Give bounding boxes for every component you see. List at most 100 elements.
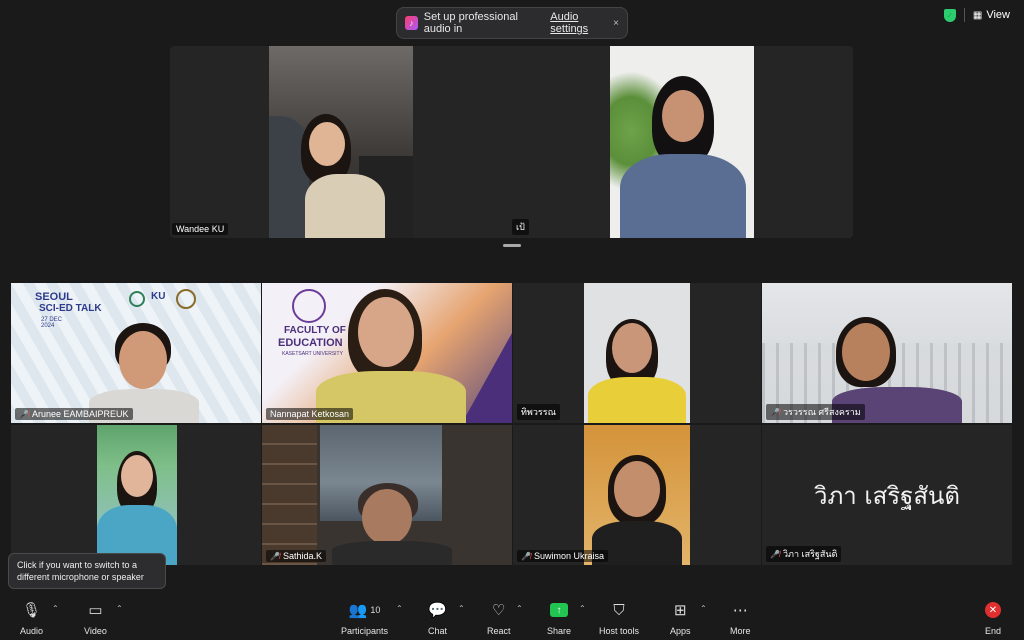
meeting-toolbar: 🎙 Audio ⌃ ▭ Video ⌃ 👥 10 Participants ⌃ 💬…: [0, 596, 1024, 640]
tile-suwimon[interactable]: 🎤̸ Suwimon Ukraisa: [513, 425, 761, 565]
shield-icon[interactable]: ✓: [943, 8, 956, 22]
person-face: [121, 455, 153, 497]
participants-button[interactable]: 👥 10 Participants: [341, 600, 388, 636]
video-unnamed: [97, 425, 177, 565]
chat-button[interactable]: 💬 Chat: [428, 600, 447, 636]
ku-logo-text: KU: [151, 291, 166, 302]
education-text: EDUCATION: [278, 337, 343, 349]
video-pae[interactable]: [610, 46, 754, 238]
share-button[interactable]: ↑ Share: [547, 600, 571, 636]
host-tools-label: Host tools: [599, 626, 640, 636]
name-label: Nannapat Ketkosan: [266, 408, 354, 420]
divider: [963, 8, 965, 22]
participant-name: Wandee KU: [176, 224, 225, 234]
name-label: 🎤̸ Sathida.K: [266, 550, 326, 562]
react-button[interactable]: ♡ React: [487, 600, 511, 636]
mic-muted-icon: 🎤̸: [770, 407, 780, 417]
more-button[interactable]: ⋯ More: [730, 600, 751, 636]
audio-tooltip: Click if you want to switch to a differe…: [8, 553, 166, 589]
share-screen-icon: ↑: [550, 600, 569, 620]
microphone-icon: 🎙: [21, 602, 42, 619]
name-label: 🎤̸ วรวรรณ ศรีสงคราม: [766, 404, 865, 420]
mic-muted-icon: 🎤̸: [521, 551, 531, 561]
name-label: 🎤̸ Suwimon Ukraisa: [517, 550, 608, 562]
video-options-chevron-icon[interactable]: ⌃: [116, 604, 123, 613]
participant-name: เป้: [516, 222, 525, 232]
top-right-controls: ✓ ▦ View: [943, 8, 1010, 22]
participants-icon: 👥 10: [348, 602, 381, 619]
more-dots-icon: ⋯: [732, 602, 748, 619]
participants-options-chevron-icon[interactable]: ⌃: [396, 604, 403, 613]
video-suwimon: [584, 425, 690, 565]
audio-label: Audio: [20, 626, 44, 636]
person-body: [332, 541, 452, 565]
participant-name: Nannapat Ketkosan: [270, 409, 350, 419]
host-tools-button[interactable]: ⛉ Host tools: [599, 600, 640, 637]
faculty-of-text: FACULTY OF: [284, 325, 346, 336]
audio-settings-notification: ♪ Set up professional audio in Audio set…: [396, 7, 628, 39]
tile-worawan[interactable]: 🎤̸ วรวรรณ ศรีสงคราม: [762, 283, 1012, 423]
resize-handle[interactable]: [503, 244, 521, 247]
react-options-chevron-icon[interactable]: ⌃: [516, 604, 523, 613]
view-button[interactable]: ▦ View: [973, 9, 1010, 21]
person-face: [612, 323, 652, 373]
audio-button[interactable]: 🎙 Audio: [20, 600, 43, 636]
music-note-icon: ♪: [405, 16, 418, 30]
close-notification-button[interactable]: ×: [613, 18, 619, 29]
audio-options-chevron-icon[interactable]: ⌃: [52, 604, 59, 613]
person-face: [358, 297, 414, 367]
tile-sathida[interactable]: 🎤̸ Sathida.K: [262, 425, 512, 565]
university-text: KASETSART UNIVERSITY: [282, 351, 343, 357]
person-body: [620, 154, 746, 238]
apps-icon: ⊞: [673, 602, 687, 619]
participants-label: Participants: [341, 626, 389, 636]
apps-button[interactable]: ⊞ Apps: [670, 600, 691, 636]
mic-muted-icon: 🎤̸: [270, 551, 280, 561]
tile-nannapat[interactable]: FACULTY OF EDUCATION KASETSART UNIVERSIT…: [262, 283, 512, 423]
person-body: [588, 377, 686, 423]
end-button[interactable]: ✕ End: [985, 600, 1001, 636]
heart-icon: ♡: [492, 602, 506, 619]
view-grid-icon: ▦: [972, 9, 983, 21]
person-face: [662, 90, 704, 142]
speaker-strip: Wandee KU เป้: [170, 46, 853, 238]
video-button[interactable]: ▭ Video: [84, 600, 107, 636]
audio-settings-link[interactable]: Audio settings: [550, 11, 613, 35]
chat-label: Chat: [428, 626, 448, 636]
participant-count: 10: [370, 605, 381, 615]
person-face: [362, 489, 412, 545]
participant-name: Suwimon Ukraisa: [533, 551, 604, 561]
video-label: Video: [84, 626, 107, 636]
person-face: [614, 461, 660, 517]
participant-name: Sathida.K: [282, 551, 322, 561]
bookshelf-background: [262, 425, 317, 565]
apps-label: Apps: [670, 626, 691, 636]
name-label: Wandee KU: [172, 223, 229, 235]
notification-text: Set up professional audio in: [423, 11, 518, 35]
chat-options-chevron-icon[interactable]: ⌃: [458, 604, 465, 613]
tile-arunee[interactable]: SEOUL SCI-ED TALK 27 DEC 2024 KU 🎤̸ Arune…: [11, 283, 261, 423]
share-label: Share: [547, 626, 572, 636]
view-label: View: [986, 9, 1010, 21]
participant-name: Arunee EAMBAIPREUK: [31, 409, 129, 419]
video-thipwan: [584, 283, 690, 423]
tile-unnamed[interactable]: [11, 425, 261, 565]
share-options-chevron-icon[interactable]: ⌃: [579, 604, 586, 613]
name-label: ทิพวรรณ: [517, 404, 560, 420]
name-label: เป้: [512, 219, 529, 235]
seoul-logo-text: SEOUL: [35, 291, 73, 303]
date-text: 27 DEC 2024: [41, 317, 63, 329]
person-body: [305, 174, 385, 238]
university-seal-icon: [129, 291, 145, 307]
university-seal-icon: [176, 289, 196, 309]
video-wandee[interactable]: [269, 46, 413, 238]
faculty-seal-icon: [292, 289, 326, 323]
apps-options-chevron-icon[interactable]: ⌃: [700, 604, 707, 613]
video-camera-icon: ▭: [88, 602, 103, 619]
person-face: [119, 331, 167, 389]
end-label: End: [985, 626, 1002, 636]
end-call-icon: ✕: [985, 600, 1001, 620]
sci-ed-talk-text: SCI-ED TALK: [39, 303, 102, 314]
mic-muted-icon: 🎤̸: [19, 409, 29, 419]
tile-thipwan[interactable]: ทิพวรรณ: [513, 283, 761, 423]
